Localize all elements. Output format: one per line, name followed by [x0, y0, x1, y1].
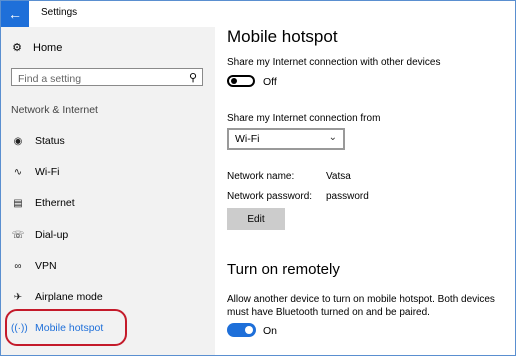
ethernet-icon: ▤ — [13, 197, 23, 209]
title-bar: ← Settings — [1, 1, 515, 27]
sidebar-item-ethernet[interactable]: ▤ Ethernet — [11, 193, 201, 213]
home-label: Home — [33, 41, 63, 54]
vpn-icon: ∞ — [14, 260, 22, 272]
sidebar-item-label: VPN — [35, 260, 57, 272]
search-input[interactable] — [12, 71, 178, 87]
sidebar-item-label: Ethernet — [35, 197, 75, 209]
network-name-label: Network name: — [227, 171, 295, 182]
sidebar-item-label: Airplane mode — [35, 291, 103, 303]
phone-icon: ☏ — [11, 229, 25, 241]
remote-toggle[interactable] — [227, 323, 256, 337]
sidebar-item-wifi[interactable]: ∿ Wi-Fi — [11, 162, 201, 182]
back-arrow-icon: ← — [8, 6, 22, 22]
app-title: Settings — [41, 7, 78, 18]
page-title: Mobile hotspot — [227, 27, 338, 46]
share-from-dropdown[interactable]: Wi-Fi ⌄ — [227, 128, 345, 150]
sidebar-item-label: Dial-up — [35, 229, 69, 241]
airplane-icon: ✈ — [13, 291, 23, 303]
globe-icon: ◉ — [13, 135, 23, 147]
main-content: Mobile hotspot Share my Internet connect… — [215, 27, 515, 355]
chevron-down-icon: ⌄ — [328, 132, 337, 143]
share-state: Off — [263, 76, 277, 88]
sidebar-item-label: Mobile hotspot — [35, 322, 104, 334]
sidebar-item-status[interactable]: ◉ Status — [11, 131, 201, 151]
sidebar-item-dial-up[interactable]: ☏ Dial-up — [11, 225, 201, 245]
search-box: ⚲ — [11, 68, 203, 87]
sidebar-item-vpn[interactable]: ∞ VPN — [11, 256, 201, 276]
remote-title: Turn on remotely — [227, 261, 340, 278]
section-title: Network & Internet — [11, 104, 98, 116]
share-from-label: Share my Internet connection from — [227, 113, 381, 124]
network-password-label: Network password: — [227, 191, 313, 202]
search-icon[interactable]: ⚲ — [189, 71, 197, 84]
sidebar-item-mobile-hotspot[interactable]: ((·)) Mobile hotspot — [11, 318, 201, 338]
sidebar-item-airplane-mode[interactable]: ✈ Airplane mode — [11, 287, 201, 307]
toggle-knob — [245, 326, 253, 334]
edit-button[interactable]: Edit — [227, 208, 285, 230]
sidebar-item-home[interactable]: ⚙ Home — [11, 41, 63, 55]
gear-icon: ⚙ — [12, 42, 22, 54]
sidebar-item-label: Status — [35, 135, 65, 147]
toggle-knob — [231, 78, 237, 84]
share-toggle[interactable] — [227, 75, 255, 87]
remote-description: Allow another device to turn on mobile h… — [227, 294, 495, 318]
share-from-value: Wi-Fi — [235, 133, 260, 145]
network-name-value: Vatsa — [326, 171, 351, 182]
back-button[interactable]: ← — [1, 1, 29, 27]
sidebar-item-label: Wi-Fi — [35, 166, 60, 178]
wifi-icon: ∿ — [13, 166, 23, 178]
share-label: Share my Internet connection with other … — [227, 57, 441, 68]
sidebar: ⚙ Home ⚲ Network & Internet ◉ Status ∿ W… — [1, 27, 215, 355]
network-password-value: password — [326, 191, 369, 202]
remote-state: On — [263, 325, 278, 337]
hotspot-icon: ((·)) — [11, 322, 28, 334]
settings-window: ← Settings ⚙ Home ⚲ Network & Internet ◉… — [0, 0, 516, 356]
